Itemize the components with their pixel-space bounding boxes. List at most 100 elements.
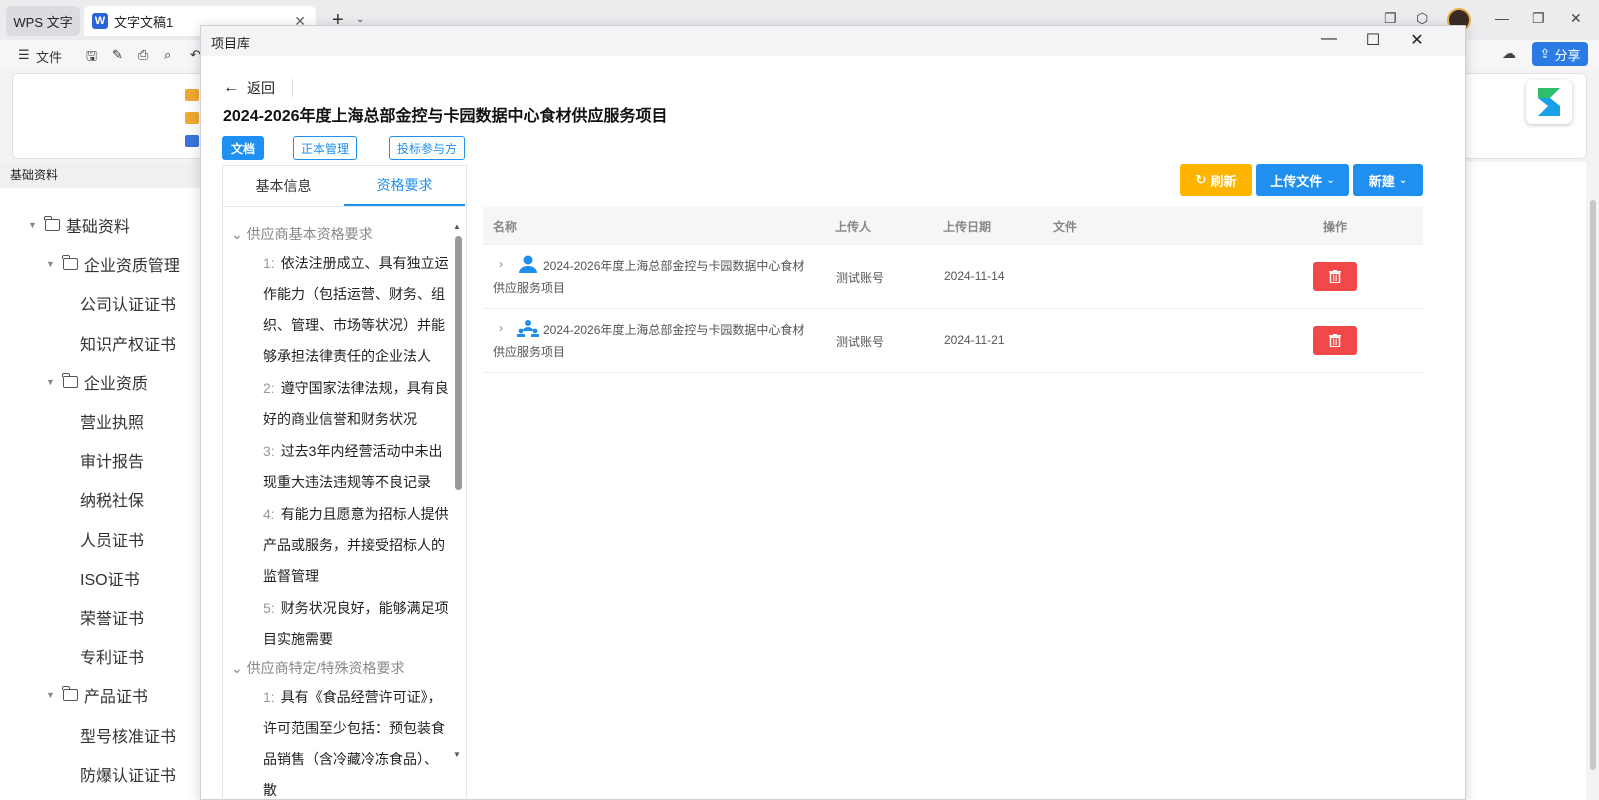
refresh-button[interactable]: ↻ 刷新 — [1180, 164, 1252, 196]
person-icon — [519, 255, 537, 273]
panel-scrollbar[interactable]: ▲ ▼ — [453, 222, 463, 800]
trash-icon — [1329, 334, 1341, 347]
save-icon[interactable]: 🖫 — [86, 47, 97, 69]
scroll-up-icon[interactable]: ▲ — [453, 222, 461, 231]
tree-item-label: 企业资质管理 — [83, 258, 180, 276]
menu-icon[interactable]: ☰ — [18, 47, 30, 63]
minimize-icon[interactable]: — — [1495, 10, 1509, 26]
table-row[interactable]: › 2024-2026年度上海总部金控与卡园数据中心食材供应服务项目 测试账号 202… — [483, 309, 1423, 373]
upload-file-button[interactable]: 上传文件 ⌄ — [1256, 164, 1349, 196]
close-window-icon[interactable]: ✕ — [1570, 10, 1582, 27]
print-icon[interactable]: ⎙ — [138, 47, 148, 63]
requirement-number: 4: — [263, 506, 275, 522]
document-name-cell[interactable]: 2024-2026年度上海总部金控与卡园数据中心食材供应服务项目 — [493, 255, 813, 299]
share-button[interactable]: ⇪ 分享 — [1532, 42, 1588, 66]
writer-doc-icon: W — [92, 13, 108, 29]
tree-item[interactable]: 营业执照 — [80, 409, 144, 433]
delete-button[interactable] — [1313, 326, 1357, 355]
caret-down-icon[interactable]: ▼ — [46, 690, 55, 700]
share-label: 分享 — [1554, 47, 1581, 63]
tree-item[interactable]: ISO证书 — [80, 566, 140, 590]
requirement-text: 遵守国家法律法规，具有良好的商业信誉和财务状况 — [263, 380, 449, 427]
col-uploader: 上传人 — [835, 220, 872, 234]
section-header[interactable]: ⌄ 供应商基本资格要求 — [231, 224, 373, 244]
tree-item-label: 纳税社保 — [80, 493, 145, 511]
tree-item[interactable]: 防爆认证证书 — [80, 762, 176, 786]
section-title: 供应商特定/特殊资格要求 — [246, 660, 405, 676]
tree-item[interactable]: ▼ 基础资料 — [28, 213, 130, 237]
requirement-item: 4: 有能力且愿意为招标人提供产品或服务，并接受招标人的监督管理 — [263, 499, 449, 592]
tab-documents[interactable]: 文档 — [222, 136, 264, 160]
caret-down-icon[interactable]: ▼ — [28, 220, 37, 230]
minimize-icon[interactable]: — — [1317, 30, 1341, 48]
requirement-text: 财务状况良好，能够满足项目实施需要 — [263, 600, 449, 647]
tree-item[interactable]: 纳税社保 — [80, 487, 144, 511]
caret-down-icon[interactable]: ▼ — [46, 259, 55, 269]
tree-item[interactable]: 人员证书 — [80, 527, 144, 551]
tree-item-label: 基础资料 — [65, 219, 130, 236]
panel-scrollbar-thumb[interactable] — [455, 236, 462, 490]
upload-date-cell: 2024-11-21 — [944, 333, 1005, 347]
tree-item-label: ISO证书 — [80, 571, 140, 589]
new-button[interactable]: 新建 ⌄ — [1353, 164, 1423, 196]
tree-item-label: 公司认证证书 — [80, 297, 177, 315]
col-name: 名称 — [493, 220, 518, 234]
close-icon[interactable]: ✕ — [1405, 30, 1429, 50]
tree-item[interactable]: 审计报告 — [80, 448, 144, 472]
tree-item-label: 产品证书 — [83, 689, 148, 707]
folder-icon[interactable] — [185, 89, 199, 101]
tree-item[interactable]: 知识产权证书 — [80, 331, 176, 355]
requirement-text: 依法注册成立、具有独立运作能力（包括运营、财务、组织、管理、市场等状况）并能够承… — [263, 255, 449, 364]
list-icon[interactable] — [185, 135, 199, 147]
caret-down-icon[interactable]: ▼ — [46, 377, 55, 387]
tab-basic-info[interactable]: 基本信息 — [223, 166, 344, 206]
section-header[interactable]: ⌄ 供应商特定/特殊资格要求 — [231, 658, 405, 678]
tree-item[interactable]: ▼ 企业资质 — [46, 370, 148, 394]
tab-qualifications[interactable]: 资格要求 — [344, 166, 465, 206]
tree-item-label: 专利证书 — [80, 650, 145, 668]
background-right-panel — [1466, 162, 1599, 800]
file-menu[interactable]: 文件 — [36, 47, 62, 66]
upload-label: 上传文件 — [1270, 173, 1323, 189]
dialog-title: 项目库 — [211, 36, 251, 51]
tree-item[interactable]: 公司认证证书 — [80, 291, 176, 315]
app-logo-icon[interactable] — [1526, 80, 1572, 124]
project-library-dialog: 项目库 — ☐ ✕ ← 返回 2024-2026年度上海总部金控与卡园数据中心食… — [200, 25, 1466, 800]
tree-item[interactable]: ▼ 企业资质管理 — [46, 252, 180, 276]
requirement-text: 具有《食品经营许可证》，许可范围至少包括：预包装食品销售（含冷藏冷冻食品）、散 — [263, 689, 445, 798]
project-title: 2024-2026年度上海总部金控与卡园数据中心食材供应服务项目 — [223, 108, 668, 125]
delete-button[interactable] — [1313, 262, 1357, 291]
refresh-label: 刷新 — [1210, 173, 1237, 189]
tree-item[interactable]: 荣誉证书 — [80, 605, 144, 629]
uploader-cell: 测试账号 — [836, 335, 885, 349]
tab-wps[interactable]: WPS 文字 — [6, 6, 80, 36]
requirement-item: 2: 遵守国家法律法规，具有良好的商业信誉和财务状况 — [263, 373, 449, 435]
back-button[interactable]: ← 返回 — [223, 78, 275, 98]
folder-icon — [62, 255, 78, 271]
restore-icon[interactable]: ❐ — [1532, 10, 1545, 27]
format-painter-icon[interactable]: ✎ — [112, 47, 123, 63]
tree-item[interactable]: 专利证书 — [80, 644, 144, 668]
folder-icon[interactable] — [185, 112, 199, 124]
tab-bid-participants[interactable]: 投标参与方 — [389, 136, 465, 160]
cloud-upload-icon[interactable]: ☁ — [1502, 45, 1516, 62]
tree-item-label: 审计报告 — [80, 454, 145, 472]
maximize-icon[interactable]: ☐ — [1361, 30, 1385, 50]
tab-original-management[interactable]: 正本管理 — [293, 136, 357, 160]
tree-item[interactable]: 型号核准证书 — [80, 723, 176, 747]
col-upload-date: 上传日期 — [943, 220, 992, 234]
section-title: 供应商基本资格要求 — [246, 226, 373, 242]
trash-icon — [1329, 270, 1341, 283]
requirement-item: 3: 过去3年内经营活动中未出现重大违法违规等不良记录 — [263, 436, 449, 498]
divider — [223, 206, 466, 207]
tree-item[interactable]: ▼ 产品证书 — [46, 683, 148, 707]
print-preview-icon[interactable]: ⌕ — [164, 47, 171, 63]
chevron-down-icon[interactable]: ⌄ — [356, 14, 364, 25]
scroll-down-icon[interactable]: ▼ — [453, 750, 461, 759]
share-icon: ⇪ — [1539, 46, 1551, 61]
document-name-cell[interactable]: 2024-2026年度上海总部金控与卡园数据中心食材供应服务项目 — [493, 319, 813, 363]
page-scrollbar-thumb[interactable] — [1590, 200, 1596, 770]
back-label: 返回 — [247, 80, 275, 96]
table-row[interactable]: › 2024-2026年度上海总部金控与卡园数据中心食材供应服务项目 测试账号 202… — [483, 245, 1423, 309]
table-body: › 2024-2026年度上海总部金控与卡园数据中心食材供应服务项目 测试账号 202… — [483, 245, 1423, 373]
